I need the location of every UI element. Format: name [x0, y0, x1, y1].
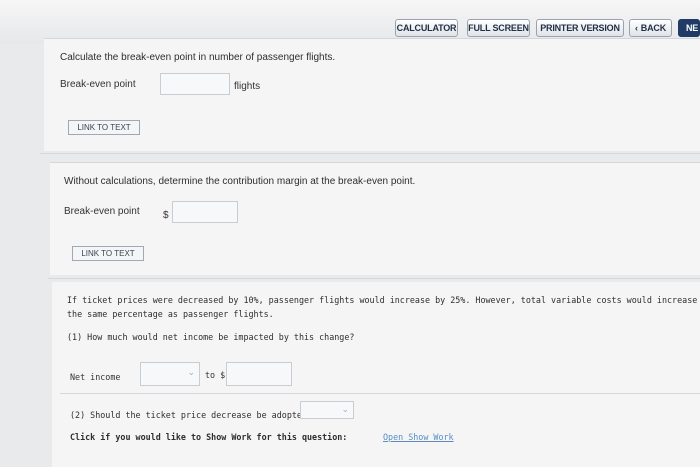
back-button-label: BACK	[640, 23, 666, 33]
section-divider-2	[48, 278, 700, 279]
question-3-sub2: (2) Should the ticket price decrease be …	[70, 410, 313, 420]
net-income-amount-input[interactable]	[226, 362, 292, 386]
dollar-sign-label: $	[163, 210, 169, 221]
break-even-label-1: Break-even point	[60, 79, 136, 90]
adopt-decision-select[interactable]: ⌄	[300, 401, 354, 419]
section-divider-3	[60, 393, 700, 394]
contribution-margin-input[interactable]	[172, 201, 238, 223]
calculator-button[interactable]: CALCULATOR	[395, 19, 458, 37]
link-to-text-button-2[interactable]: LINK TO TEXT	[72, 246, 144, 261]
full-screen-button[interactable]: FULL SCREEN	[467, 19, 530, 37]
link-to-text-button-1[interactable]: LINK TO TEXT	[68, 120, 140, 135]
question-3-prompt-line2: the same percentage as passenger flights…	[67, 309, 274, 319]
chevron-down-icon: ⌄	[187, 367, 195, 377]
back-button[interactable]: ‹ BACK	[629, 19, 672, 37]
flights-unit-label: flights	[234, 81, 261, 92]
question-3-sub1: (1) How much would net income be impacte…	[67, 332, 355, 342]
question-2-prompt: Without calculations, determine the cont…	[64, 176, 416, 187]
section-divider-1	[40, 153, 700, 154]
printer-version-button[interactable]: PRINTER VERSION	[536, 19, 624, 37]
break-even-flights-input[interactable]	[160, 73, 230, 95]
chevron-down-icon: ⌄	[341, 404, 349, 414]
question-1-prompt: Calculate the break-even point in number…	[60, 52, 336, 63]
net-income-select[interactable]: ⌄	[140, 362, 200, 386]
chevron-left-icon: ‹	[634, 23, 638, 33]
show-work-label: Click if you would like to Show Work for…	[70, 432, 348, 442]
to-dollar-label: to $	[205, 370, 226, 380]
open-show-work-link[interactable]: Open Show Work	[383, 432, 454, 442]
net-income-label: Net income	[70, 372, 121, 382]
next-button[interactable]: NE	[678, 19, 700, 37]
question-3-prompt-line1: If ticket prices were decreased by 10%, …	[67, 295, 700, 305]
break-even-label-2: Break-even point	[64, 206, 140, 217]
